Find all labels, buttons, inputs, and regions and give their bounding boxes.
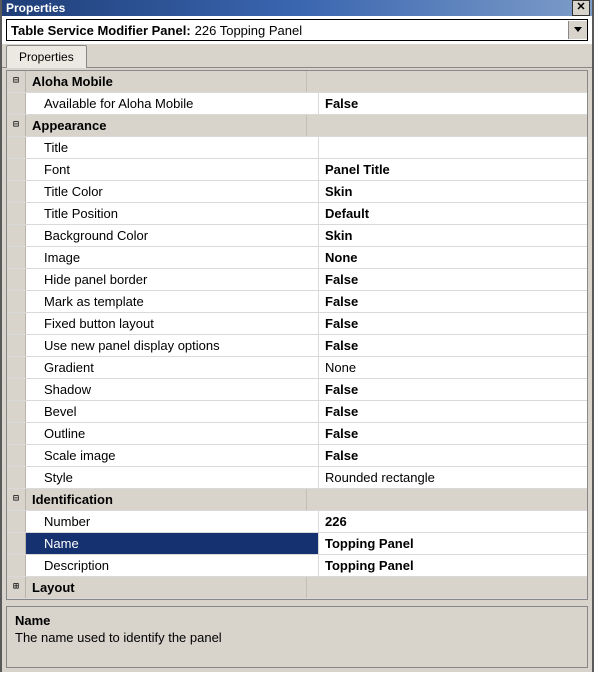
object-selector-row: Table Service Modifier Panel: 226 Toppin… xyxy=(2,16,592,44)
prop-label: Image xyxy=(26,247,319,268)
category-title: Identification xyxy=(26,489,307,510)
help-text: The name used to identify the panel xyxy=(15,630,579,645)
prop-number[interactable]: Number 226 xyxy=(7,511,587,533)
tab-label: Properties xyxy=(19,50,74,64)
tab-properties[interactable]: Properties xyxy=(6,45,87,68)
category-title: Appearance xyxy=(26,115,307,136)
prop-outline[interactable]: Outline False xyxy=(7,423,587,445)
prop-label: Mark as template xyxy=(26,291,319,312)
prop-label: Background Color xyxy=(26,225,319,246)
object-selector-label: Table Service Modifier Panel: xyxy=(7,23,193,38)
prop-font[interactable]: Font Panel Title xyxy=(7,159,587,181)
chevron-down-icon[interactable] xyxy=(568,21,587,39)
prop-value[interactable]: None xyxy=(319,357,587,378)
category-appearance[interactable]: ⊟ Appearance xyxy=(7,115,587,137)
prop-bevel[interactable]: Bevel False xyxy=(7,401,587,423)
prop-value[interactable]: False xyxy=(319,423,587,444)
window-title: Properties xyxy=(6,1,65,15)
tab-strip: Properties xyxy=(2,44,592,68)
prop-shadow[interactable]: Shadow False xyxy=(7,379,587,401)
prop-label: Available for Aloha Mobile xyxy=(26,93,319,114)
help-panel: Name The name used to identify the panel xyxy=(6,606,588,668)
prop-label: Font xyxy=(26,159,319,180)
prop-value[interactable] xyxy=(319,137,587,158)
prop-label: Style xyxy=(26,467,319,488)
prop-value[interactable]: False xyxy=(319,313,587,334)
prop-label: Use new panel display options xyxy=(26,335,319,356)
prop-label: Scale image xyxy=(26,445,319,466)
prop-value[interactable]: False xyxy=(319,335,587,356)
prop-label: Title Position xyxy=(26,203,319,224)
prop-label: Gradient xyxy=(26,357,319,378)
prop-fixed-button-layout[interactable]: Fixed button layout False xyxy=(7,313,587,335)
property-grid-wrap: ⊟ Aloha Mobile Available for Aloha Mobil… xyxy=(2,68,592,672)
category-title: Aloha Mobile xyxy=(26,71,307,92)
help-title: Name xyxy=(15,613,579,628)
collapse-icon[interactable]: ⊟ xyxy=(7,489,26,510)
prop-hide-panel-border[interactable]: Hide panel border False xyxy=(7,269,587,291)
properties-window: Properties ✕ Table Service Modifier Pane… xyxy=(0,0,594,672)
prop-value[interactable]: Skin xyxy=(319,225,587,246)
prop-label: Description xyxy=(26,555,319,576)
prop-gradient[interactable]: Gradient None xyxy=(7,357,587,379)
prop-label: Hide panel border xyxy=(26,269,319,290)
close-icon[interactable]: ✕ xyxy=(572,0,590,16)
prop-title-color[interactable]: Title Color Skin xyxy=(7,181,587,203)
prop-label: Shadow xyxy=(26,379,319,400)
prop-image[interactable]: Image None xyxy=(7,247,587,269)
prop-value[interactable]: False xyxy=(319,93,587,114)
prop-value[interactable]: False xyxy=(319,291,587,312)
prop-value[interactable]: Topping Panel xyxy=(319,555,587,576)
prop-value[interactable]: Rounded rectangle xyxy=(319,467,587,488)
prop-label: Name xyxy=(26,533,319,554)
category-aloha-mobile[interactable]: ⊟ Aloha Mobile xyxy=(7,71,587,93)
prop-title[interactable]: Title xyxy=(7,137,587,159)
prop-value[interactable]: False xyxy=(319,445,587,466)
collapse-icon[interactable]: ⊟ xyxy=(7,115,26,136)
prop-value[interactable]: Panel Title xyxy=(319,159,587,180)
prop-value[interactable]: Default xyxy=(319,203,587,224)
prop-value[interactable]: False xyxy=(319,379,587,400)
object-selector-value: 226 Topping Panel xyxy=(193,23,568,38)
prop-title-position[interactable]: Title Position Default xyxy=(7,203,587,225)
prop-value[interactable]: 226 xyxy=(319,511,587,532)
prop-mark-as-template[interactable]: Mark as template False xyxy=(7,291,587,313)
prop-label: Number xyxy=(26,511,319,532)
prop-value[interactable]: False xyxy=(319,269,587,290)
object-selector[interactable]: Table Service Modifier Panel: 226 Toppin… xyxy=(6,19,588,41)
expand-icon[interactable]: ⊞ xyxy=(7,577,26,598)
prop-label: Title xyxy=(26,137,319,158)
collapse-icon[interactable]: ⊟ xyxy=(7,71,26,92)
prop-description[interactable]: Description Topping Panel xyxy=(7,555,587,577)
prop-scale-image[interactable]: Scale image False xyxy=(7,445,587,467)
prop-label: Outline xyxy=(26,423,319,444)
prop-label: Title Color xyxy=(26,181,319,202)
prop-style[interactable]: Style Rounded rectangle xyxy=(7,467,587,489)
prop-value[interactable]: Topping Panel xyxy=(319,533,587,554)
prop-use-new-panel-display-options[interactable]: Use new panel display options False xyxy=(7,335,587,357)
category-title: Layout xyxy=(26,577,307,598)
titlebar: Properties ✕ xyxy=(2,0,592,16)
category-identification[interactable]: ⊟ Identification xyxy=(7,489,587,511)
prop-value[interactable]: False xyxy=(319,401,587,422)
prop-label: Fixed button layout xyxy=(26,313,319,334)
prop-value[interactable]: Skin xyxy=(319,181,587,202)
category-layout[interactable]: ⊞ Layout xyxy=(7,577,587,599)
property-grid: ⊟ Aloha Mobile Available for Aloha Mobil… xyxy=(6,70,588,600)
prop-available-for-aloha-mobile[interactable]: Available for Aloha Mobile False xyxy=(7,93,587,115)
prop-label: Bevel xyxy=(26,401,319,422)
prop-background-color[interactable]: Background Color Skin xyxy=(7,225,587,247)
prop-name[interactable]: Name Topping Panel xyxy=(7,533,587,555)
prop-value[interactable]: None xyxy=(319,247,587,268)
